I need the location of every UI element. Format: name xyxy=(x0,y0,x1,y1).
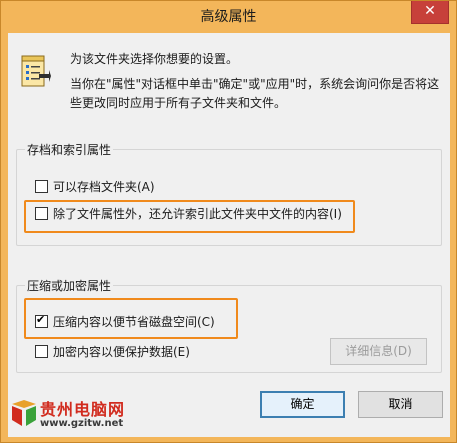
compress-checkbox-label: 压缩内容以便节省磁盘空间(C) xyxy=(53,315,215,329)
ok-button[interactable]: 确定 xyxy=(260,391,345,418)
compress-checkbox-box[interactable] xyxy=(35,313,48,328)
close-icon: ✕ xyxy=(424,3,436,19)
watermark-logo-icon xyxy=(12,400,36,426)
dialog-window: 高级属性 ✕ 为该文件夹选择你想要的设置。 当你在"属性"对话框中单击"确定"或… xyxy=(0,0,457,443)
archive-group-title: 存档和索引属性 xyxy=(25,141,114,158)
dialog-client-area: 为该文件夹选择你想要的设置。 当你在"属性"对话框中单击"确定"或"应用"时，系… xyxy=(8,33,450,437)
watermark: 贵州电脑网 www.gzitw.net xyxy=(8,394,138,440)
compress-group-title: 压缩或加密属性 xyxy=(25,277,114,294)
archive-checkbox[interactable]: 可以存档文件夹(A) xyxy=(35,178,155,196)
folder-attributes-icon xyxy=(21,55,51,87)
watermark-url: www.gzitw.net xyxy=(40,418,124,429)
intro-text: 为该文件夹选择你想要的设置。 xyxy=(70,52,239,66)
index-checkbox[interactable]: 除了文件属性外，还允许索引此文件夹中文件的内容(I) xyxy=(35,205,342,223)
archive-checkbox-box[interactable] xyxy=(35,180,48,193)
encrypt-checkbox[interactable]: 加密内容以便保护数据(E) xyxy=(35,343,190,361)
index-checkbox-box[interactable] xyxy=(35,207,48,220)
details-button[interactable]: 详细信息(D) xyxy=(330,338,427,365)
close-button[interactable]: ✕ xyxy=(411,1,449,24)
watermark-name: 贵州电脑网 xyxy=(40,400,126,419)
index-checkbox-label: 除了文件属性外，还允许索引此文件夹中文件的内容(I) xyxy=(53,207,342,221)
encrypt-checkbox-label: 加密内容以便保护数据(E) xyxy=(53,345,190,359)
cancel-button[interactable]: 取消 xyxy=(358,391,443,418)
compress-checkbox[interactable]: 压缩内容以便节省磁盘空间(C) xyxy=(35,313,215,331)
encrypt-checkbox-box[interactable] xyxy=(35,345,48,358)
dialog-title: 高级属性 xyxy=(200,9,257,25)
title-bar[interactable]: 高级属性 ✕ xyxy=(1,1,456,33)
intro-description: 当你在"属性"对话框中单击"确定"或"应用"时，系统会询问你是否将这些更改同时应… xyxy=(70,77,440,110)
archive-checkbox-label: 可以存档文件夹(A) xyxy=(53,180,155,194)
